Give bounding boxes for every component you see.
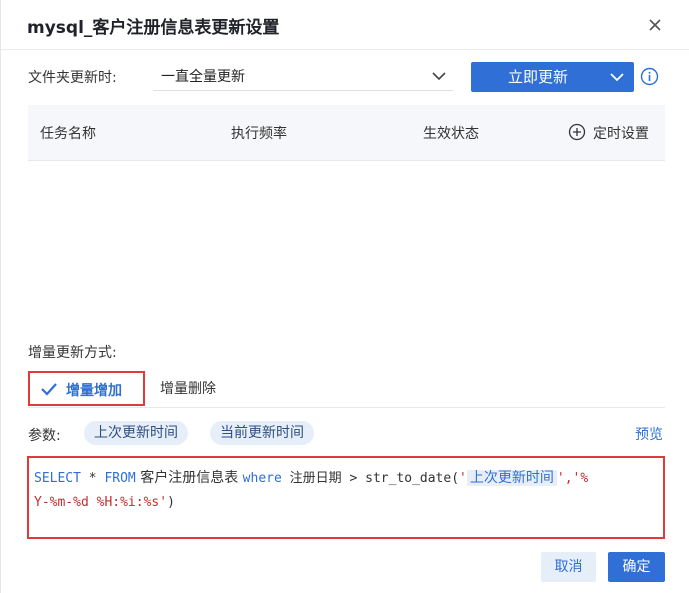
update-now-label: 立即更新 [507,68,568,86]
column-task-name: 任务名称 [40,126,96,142]
sql-param-last-update[interactable]: 上次更新时间 [466,470,557,486]
sql-format-rest: Y-%m-%d %H:%i:%s' [34,495,168,510]
update-mode-select[interactable]: 一直全量更新 [153,61,453,91]
sql-keyword-where: where [242,471,282,486]
chevron-down-icon[interactable] [607,68,627,86]
update-now-button[interactable]: 立即更新 [471,62,634,92]
sql-quote-close: ', [556,471,573,486]
sql-keyword-from: FROM [104,471,136,486]
preview-link[interactable]: 预览 [635,424,663,444]
folder-update-label: 文件夹更新时: [28,70,117,86]
incremental-tabs: 增量增加 增量删除 [28,370,665,408]
dialog-title-bar: mysql_客户注册信息表更新设置 [1,0,689,50]
add-schedule-label: 定时设置 [593,126,649,142]
check-icon [41,383,57,396]
sql-close-paren: ) [167,495,175,510]
dialog-title: mysql_客户注册信息表更新设置 [27,18,280,38]
param-chip-current-update[interactable]: 当前更新时间 [210,421,314,445]
sql-format-start: '% [572,471,589,486]
sql-line-1: SELECT * FROM 客户注册信息表 where 注册日期 > str_t… [34,467,588,487]
column-frequency: 执行频率 [231,126,287,142]
sql-editor[interactable]: SELECT * FROM 客户注册信息表 where 注册日期 > str_t… [27,456,665,539]
tab-incremental-delete[interactable]: 增量删除 [160,378,216,398]
sql-line-2: Y-%m-%d %H:%i:%s') [34,495,175,510]
sql-table: 客户注册信息表 [135,470,243,486]
sql-quote-open: ' [459,471,467,486]
update-settings-dialog: mysql_客户注册信息表更新设置 文件夹更新时: 一直全量更新 立即更新 任务… [0,0,689,593]
update-mode-value: 一直全量更新 [161,69,245,85]
chevron-down-icon [431,68,447,84]
param-chip-last-update[interactable]: 上次更新时间 [84,421,188,445]
sql-condition: 注册日期 > str_to_date( [281,471,460,486]
params-label: 参数: [28,428,61,444]
plus-circle-icon [568,123,586,141]
sql-keyword-select: SELECT [34,471,81,486]
confirm-button[interactable]: 确定 [608,552,665,582]
schedule-table-header: 任务名称 执行频率 生效状态 定时设置 [28,105,665,161]
close-icon[interactable] [644,14,666,36]
tab-incremental-add-label: 增量增加 [66,383,122,399]
info-icon[interactable] [640,67,659,86]
sql-star: * [80,471,105,486]
tab-incremental-add[interactable]: 增量增加 [28,371,145,406]
incremental-mode-label: 增量更新方式: [28,345,117,361]
cancel-button[interactable]: 取消 [541,552,596,582]
column-status: 生效状态 [423,126,479,142]
